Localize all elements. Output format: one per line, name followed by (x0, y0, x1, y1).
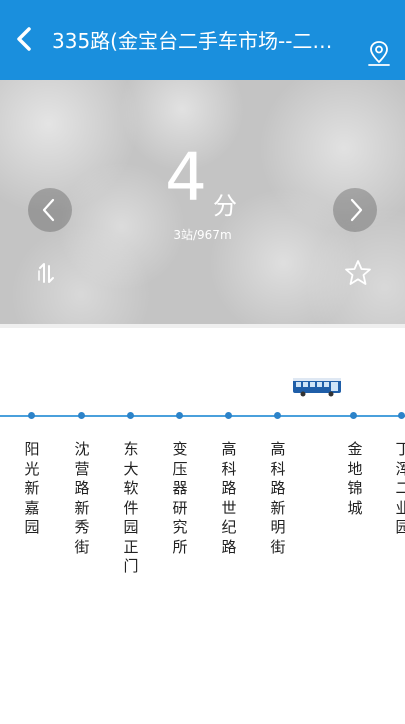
stop-name[interactable]: 东大软件园正门 (121, 440, 141, 577)
stop-name[interactable]: 阳光新嘉园 (22, 440, 42, 538)
stop-name[interactable]: 金地锦城 (345, 440, 365, 518)
route-title: 335路(金宝台二手车市场--二手车市场) (52, 29, 352, 53)
route-diagram: 阳光新嘉园 沈营路新秀街 东大软件园正门 变压器研究所 高科路世纪路 高科路新明… (0, 324, 405, 724)
header-bar: 335路(金宝台二手车市场--二手车市场) (0, 0, 405, 80)
stop-name[interactable]: 变压器研究所 (170, 440, 190, 557)
back-button[interactable] (8, 22, 42, 56)
stop-dot (274, 412, 281, 419)
next-stop-button[interactable] (333, 188, 377, 232)
arrival-minutes: 4 (165, 139, 207, 216)
favorite-button[interactable] (343, 258, 373, 288)
chevron-right-icon (350, 198, 363, 222)
stop-dot (78, 412, 85, 419)
arrival-unit: 分 (213, 192, 237, 220)
stop-dot (127, 412, 134, 419)
arrival-panel: 4 分 3站/967m (0, 80, 405, 324)
stop-name[interactable]: 沈营路新秀街 (72, 440, 92, 557)
star-icon (345, 260, 371, 285)
stop-name[interactable]: 高科路新明街 (268, 440, 288, 557)
stop-dot (28, 412, 35, 419)
stop-dot (176, 412, 183, 419)
stop-dot (350, 412, 357, 419)
reverse-direction-button[interactable] (35, 258, 65, 288)
stop-name[interactable]: 丁浑二业园 (393, 440, 405, 538)
location-button[interactable] (364, 38, 394, 68)
bus-icon (293, 378, 341, 397)
back-arrow-icon (17, 27, 31, 51)
stop-name[interactable]: 高科路世纪路 (219, 440, 239, 557)
stop-dot (225, 412, 232, 419)
route-line (0, 415, 405, 417)
swap-direction-icon (38, 263, 54, 283)
location-pin-icon (368, 41, 390, 66)
stop-dot (398, 412, 405, 419)
